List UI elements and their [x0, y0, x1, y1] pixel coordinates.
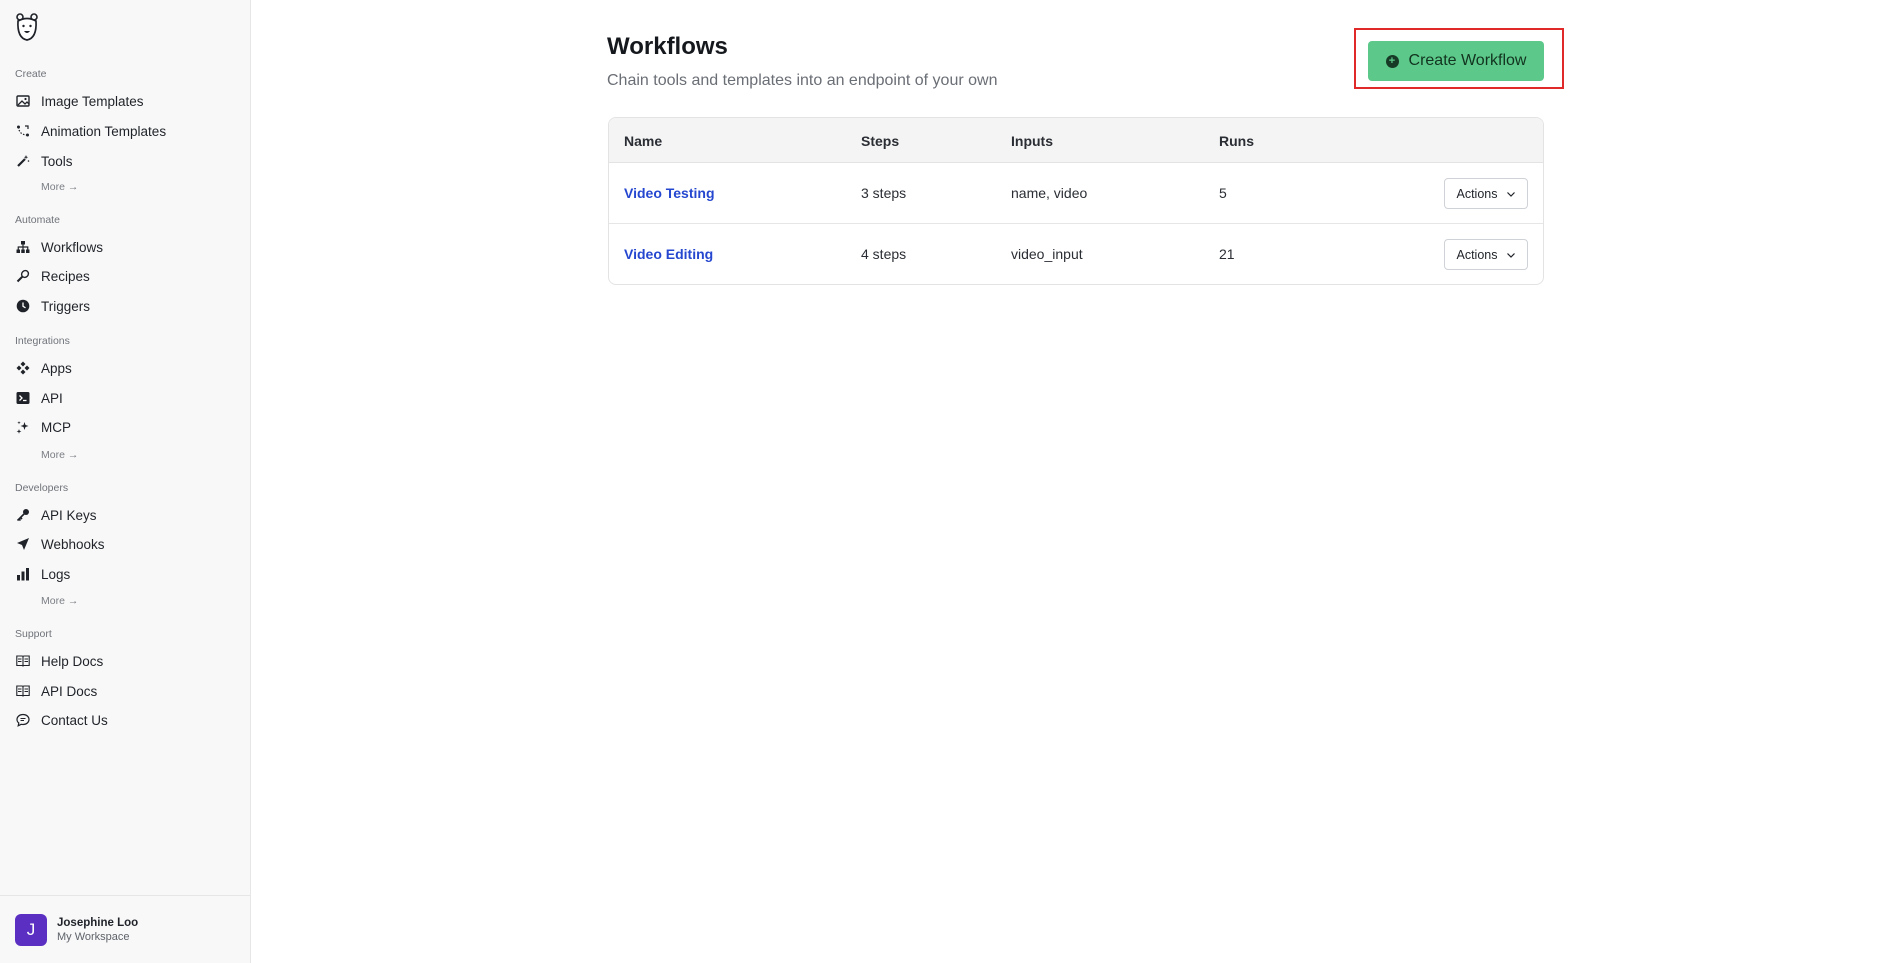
section-label-create: Create	[15, 68, 47, 80]
sidebar-item-contact-us[interactable]: Contact Us	[10, 707, 240, 733]
magic-wand-icon	[15, 153, 31, 169]
section-label-developers: Developers	[15, 482, 69, 494]
sidebar-item-mcp[interactable]: MCP	[10, 414, 240, 440]
header-name: Name	[624, 133, 663, 149]
book-icon	[15, 683, 31, 699]
workflow-steps: 3 steps	[861, 185, 907, 201]
chat-bubble-icon	[15, 712, 31, 728]
actions-dropdown-button[interactable]: Actions	[1444, 239, 1528, 270]
sidebar-item-label: Help Docs	[41, 653, 104, 669]
sidebar-item-label: API Docs	[41, 683, 98, 699]
book-icon	[15, 653, 31, 669]
sidebar-item-workflows[interactable]: Workflows	[10, 234, 240, 260]
sidebar-item-triggers[interactable]: Triggers	[10, 293, 240, 319]
workflow-inputs: name, video	[1011, 185, 1088, 201]
create-workflow-button[interactable]: + Create Workflow	[1368, 41, 1544, 81]
sidebar-item-api-docs[interactable]: API Docs	[10, 678, 240, 704]
user-info: Josephine Loo My Workspace	[57, 917, 138, 943]
sidebar-item-label: Recipes	[41, 268, 90, 284]
page-title: Workflows	[607, 33, 728, 60]
sidebar-item-label: Workflows	[41, 239, 104, 255]
user-name: Josephine Loo	[57, 916, 139, 929]
developers-more-link[interactable]: More →	[41, 595, 78, 607]
sidebar-item-webhooks[interactable]: Webhooks	[10, 531, 240, 557]
sidebar-item-label: API Keys	[41, 507, 97, 523]
create-more-link[interactable]: More →	[41, 181, 78, 193]
chevron-down-icon	[1506, 191, 1515, 197]
sidebar-item-label: Animation Templates	[41, 123, 167, 139]
sidebar-item-label: Tools	[41, 153, 73, 169]
sidebar-item-animation-templates[interactable]: Animation Templates	[10, 118, 240, 144]
table-row: Video Testing 3 steps name, video 5 Acti…	[609, 163, 1543, 224]
chevron-down-icon	[1506, 252, 1515, 258]
key-icon	[15, 507, 31, 523]
sidebar-item-api-keys[interactable]: API Keys	[10, 502, 240, 528]
sidebar-item-help-docs[interactable]: Help Docs	[10, 648, 240, 674]
user-profile[interactable]: J Josephine Loo My Workspace	[0, 895, 251, 963]
header-steps: Steps	[861, 133, 900, 149]
sparkles-icon	[15, 419, 31, 435]
sidebar-item-image-templates[interactable]: Image Templates	[10, 88, 240, 114]
sidebar-item-recipes[interactable]: Recipes	[10, 263, 240, 289]
plus-circle-icon: +	[1385, 54, 1399, 68]
actions-dropdown-button[interactable]: Actions	[1444, 178, 1528, 209]
avatar: J	[15, 913, 47, 946]
workflow-tree-icon	[15, 239, 31, 255]
whisk-icon	[15, 268, 31, 284]
actions-label: Actions	[1456, 186, 1498, 201]
section-label-support: Support	[15, 628, 52, 640]
workflow-runs: 21	[1219, 246, 1235, 262]
page-subtitle: Chain tools and templates into an endpoi…	[607, 72, 998, 89]
clock-icon	[15, 298, 31, 314]
sidebar-item-label: API	[41, 390, 63, 406]
bear-logo-icon[interactable]	[14, 12, 40, 42]
header-runs: Runs	[1219, 133, 1254, 149]
animation-path-icon	[15, 123, 31, 139]
section-label-automate: Automate	[15, 214, 60, 226]
sidebar-item-label: Webhooks	[41, 536, 105, 552]
header-inputs: Inputs	[1011, 133, 1053, 149]
terminal-icon	[15, 390, 31, 406]
integrations-more-link[interactable]: More →	[41, 449, 78, 461]
workflows-table: Name Steps Inputs Runs Video Testing 3 s…	[608, 117, 1544, 285]
sidebar: Create Image Templates Animation Templat…	[0, 0, 251, 963]
table-header: Name Steps Inputs Runs	[609, 118, 1543, 163]
workflow-inputs: video_input	[1011, 246, 1083, 262]
sidebar-item-label: Triggers	[41, 298, 91, 314]
sidebar-item-tools[interactable]: Tools	[10, 148, 240, 174]
apps-grid-icon	[15, 360, 31, 376]
sidebar-item-label: MCP	[41, 419, 71, 435]
actions-label: Actions	[1456, 247, 1498, 262]
sidebar-item-apps[interactable]: Apps	[10, 355, 240, 381]
workflow-name-link[interactable]: Video Editing	[624, 246, 713, 262]
sidebar-item-label: Contact Us	[41, 712, 108, 728]
send-icon	[15, 536, 31, 552]
workflow-runs: 5	[1219, 185, 1227, 201]
workspace-name: My Workspace	[57, 930, 130, 943]
workflow-name-link[interactable]: Video Testing	[624, 185, 715, 201]
sidebar-item-label: Apps	[41, 360, 72, 376]
create-workflow-label: Create Workflow	[1408, 52, 1527, 69]
sidebar-item-label: Image Templates	[41, 93, 144, 109]
workflow-steps: 4 steps	[861, 246, 907, 262]
bar-chart-icon	[15, 566, 31, 582]
table-row: Video Editing 4 steps video_input 21 Act…	[609, 224, 1543, 284]
sidebar-item-label: Logs	[41, 566, 71, 582]
sidebar-item-logs[interactable]: Logs	[10, 561, 240, 587]
section-label-integrations: Integrations	[15, 335, 70, 347]
image-icon	[15, 93, 31, 109]
sidebar-item-api[interactable]: API	[10, 385, 240, 411]
